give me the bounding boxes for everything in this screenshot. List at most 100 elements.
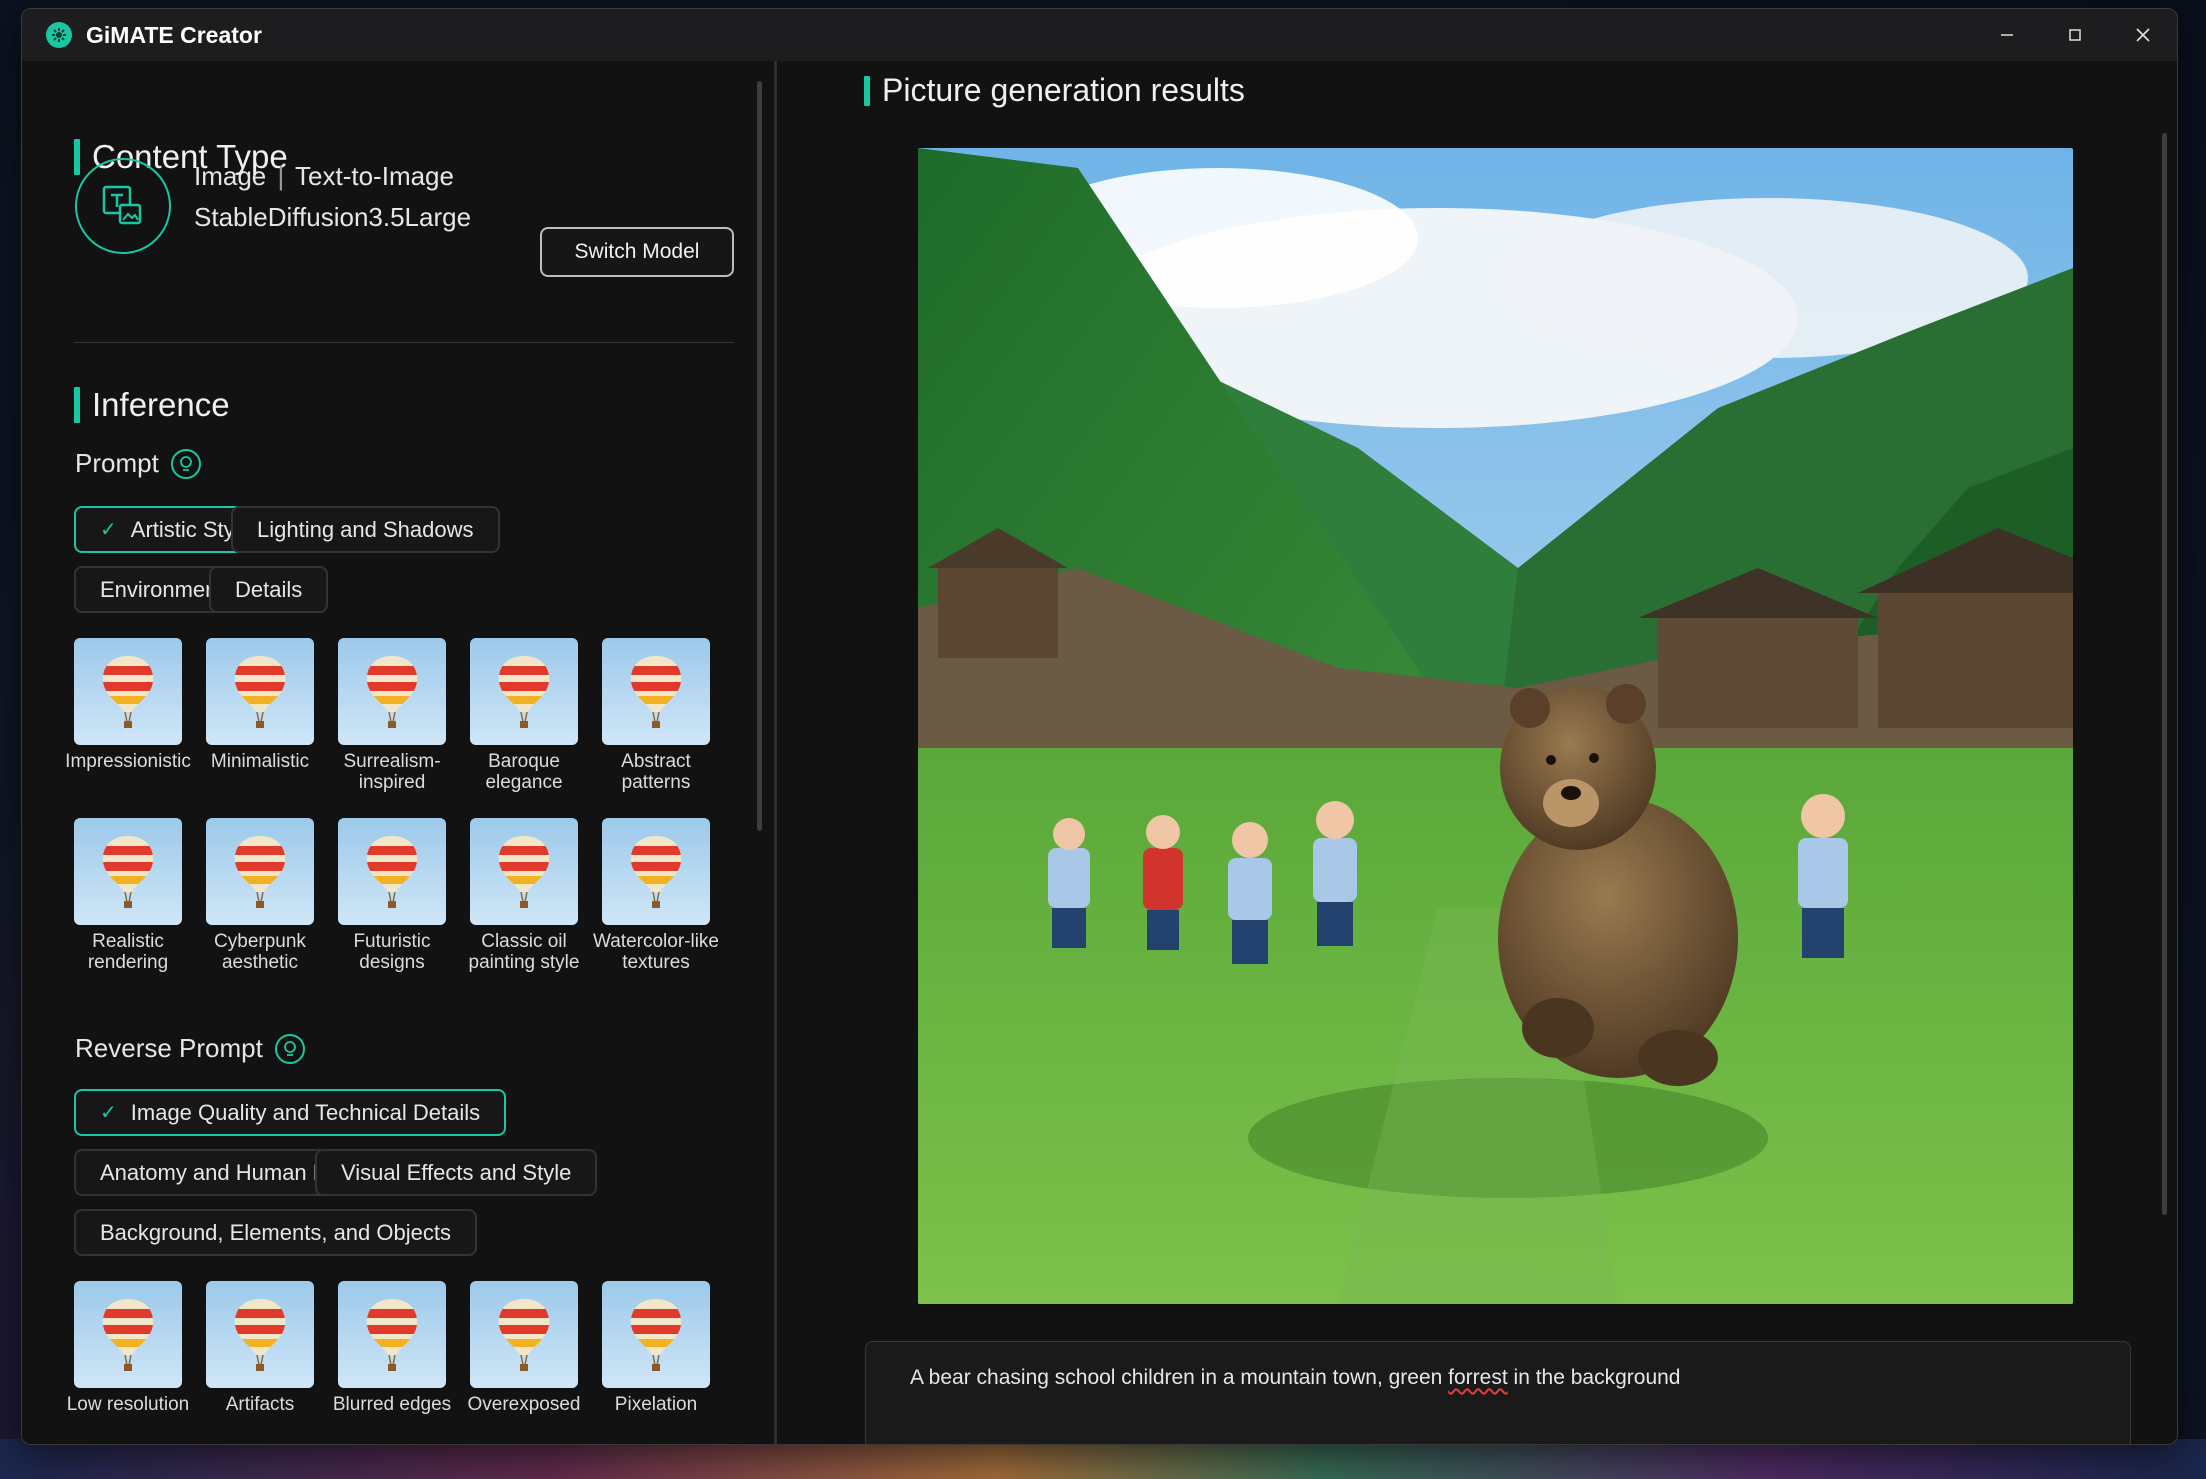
hot-air-balloon-icon [102,835,154,908]
check-icon: ✓ [100,519,117,541]
generated-image[interactable] [918,148,2073,1304]
hot-air-balloon-icon [498,655,550,728]
hot-air-balloon-icon [630,835,682,908]
tile-label: Surrealism-inspired [343,751,441,793]
hot-air-balloon-icon [630,655,682,728]
hot-air-balloon-icon [366,1298,418,1371]
style-tile[interactable]: Surrealism-inspired [338,638,446,793]
content-type-line: Image | Text-to-Image [194,161,454,191]
hot-air-balloon-icon [102,655,154,728]
tile-label: Cyberpunk aesthetic [214,931,306,973]
style-tile[interactable]: Abstract patterns [602,638,710,793]
results-panel: Picture generation results A bear chasin… [777,61,2177,1444]
divider [74,342,734,343]
close-icon [2136,28,2150,42]
hot-air-balloon-icon [234,655,286,728]
tab-background-elements[interactable]: Background, Elements, and Objects [74,1209,477,1256]
minimize-icon [2001,34,2013,36]
style-tile[interactable]: Overexposed [467,1281,581,1415]
misspelled-word: forrest [1448,1366,1508,1389]
style-tile[interactable]: Cyberpunk aesthetic [206,818,314,973]
tile-thumbnail [470,638,578,745]
prompt-input[interactable]: A bear chasing school children in a moun… [865,1341,2131,1444]
tile-thumbnail [74,1281,182,1388]
style-tile[interactable]: Artifacts [206,1281,314,1415]
lightbulb-icon[interactable] [170,448,201,479]
tile-label: Realistic rendering [87,931,169,973]
tile-label: Classic oil painting style [468,931,580,973]
tile-label: Abstract patterns [621,751,691,793]
tile-label: Low resolution [66,1394,190,1415]
tile-thumbnail [206,818,314,925]
style-grid: Impressionistic Minimalistic Surrealism-in… [65,638,734,1018]
hot-air-balloon-icon [498,1298,550,1371]
title-bar: GiMATE Creator [22,9,2177,61]
tile-thumbnail [602,1281,710,1388]
tab-lighting-and-shadows[interactable]: Lighting and Shadows [231,506,500,553]
tile-label: Baroque elegance [485,751,563,793]
tile-thumbnail [470,1281,578,1388]
tile-thumbnail [338,818,446,925]
maximize-button[interactable] [2041,9,2109,61]
tile-thumbnail [470,818,578,925]
style-tile[interactable]: Pixelation [602,1281,710,1415]
prompt-label: Prompt [75,448,201,479]
reverse-prompt-label: Reverse Prompt [75,1033,305,1064]
tile-label: Pixelation [614,1394,698,1415]
tile-thumbnail [602,638,710,745]
tile-label: Blurred edges [332,1394,452,1415]
settings-panel: Content Type Image | Text-to-Image Stabl… [22,61,774,1444]
app-window: GiMATE Creator Content Type Image | Text… [21,8,2178,1445]
model-name: StableDiffusion3.5Large [194,202,472,232]
style-tile[interactable]: Classic oil painting style [469,818,579,973]
hot-air-balloon-icon [366,835,418,908]
tab-visual-effects[interactable]: Visual Effects and Style [315,1149,598,1196]
style-tile[interactable]: Impressionistic [65,638,191,772]
inference-heading: Inference [74,386,230,424]
style-tile[interactable]: Realistic rendering [74,818,182,973]
tile-label: Impressionistic [65,751,191,772]
maximize-icon [2069,29,2081,41]
tile-label: Minimalistic [210,751,310,772]
tab-details[interactable]: Details [209,566,329,613]
lightbulb-icon[interactable] [274,1033,305,1064]
style-tile[interactable]: Futuristic designs [338,818,446,973]
style-tile[interactable]: Baroque elegance [470,638,578,793]
tile-label: Artifacts [225,1394,295,1415]
tile-thumbnail [338,638,446,745]
tile-thumbnail [602,818,710,925]
tab-image-quality[interactable]: ✓ Image Quality and Technical Details [74,1089,507,1136]
tile-thumbnail [338,1281,446,1388]
tile-thumbnail [74,638,182,745]
hot-air-balloon-icon [366,655,418,728]
style-tile[interactable]: Minimalistic [206,638,314,772]
close-button[interactable] [2109,9,2177,61]
results-scrollbar[interactable] [2162,133,2167,1215]
style-tile[interactable]: Low resolution [67,1281,189,1415]
reverse-grid: Low resolution Artifacts Blurred edges Over… [67,1281,734,1441]
style-tile[interactable]: Blurred edges [333,1281,451,1415]
switch-model-button[interactable]: Switch Model [540,227,734,277]
gimate-logo-icon [46,22,72,48]
tile-label: Watercolor-like textures [593,931,719,973]
results-heading: Picture generation results [864,72,1245,109]
desktop-wallpaper-strip [0,1439,2206,1479]
hot-air-balloon-icon [234,835,286,908]
check-icon: ✓ [100,1102,117,1124]
hot-air-balloon-icon [234,1298,286,1371]
hot-air-balloon-icon [498,835,550,908]
tile-thumbnail [74,818,182,925]
settings-scrollbar[interactable] [757,81,762,831]
minimize-button[interactable] [1973,9,2041,61]
hot-air-balloon-icon [102,1298,154,1371]
tile-label: Futuristic designs [353,931,431,973]
tile-thumbnail [206,638,314,745]
text-to-image-icon [75,158,171,254]
app-title: GiMATE Creator [86,21,262,48]
prompt-text: A bear chasing school children in a moun… [910,1366,1681,1389]
window-controls [1973,9,2177,61]
tile-thumbnail [206,1281,314,1388]
hot-air-balloon-icon [630,1298,682,1371]
style-tile[interactable]: Watercolor-like textures [593,818,719,973]
tile-label: Overexposed [467,1394,581,1415]
